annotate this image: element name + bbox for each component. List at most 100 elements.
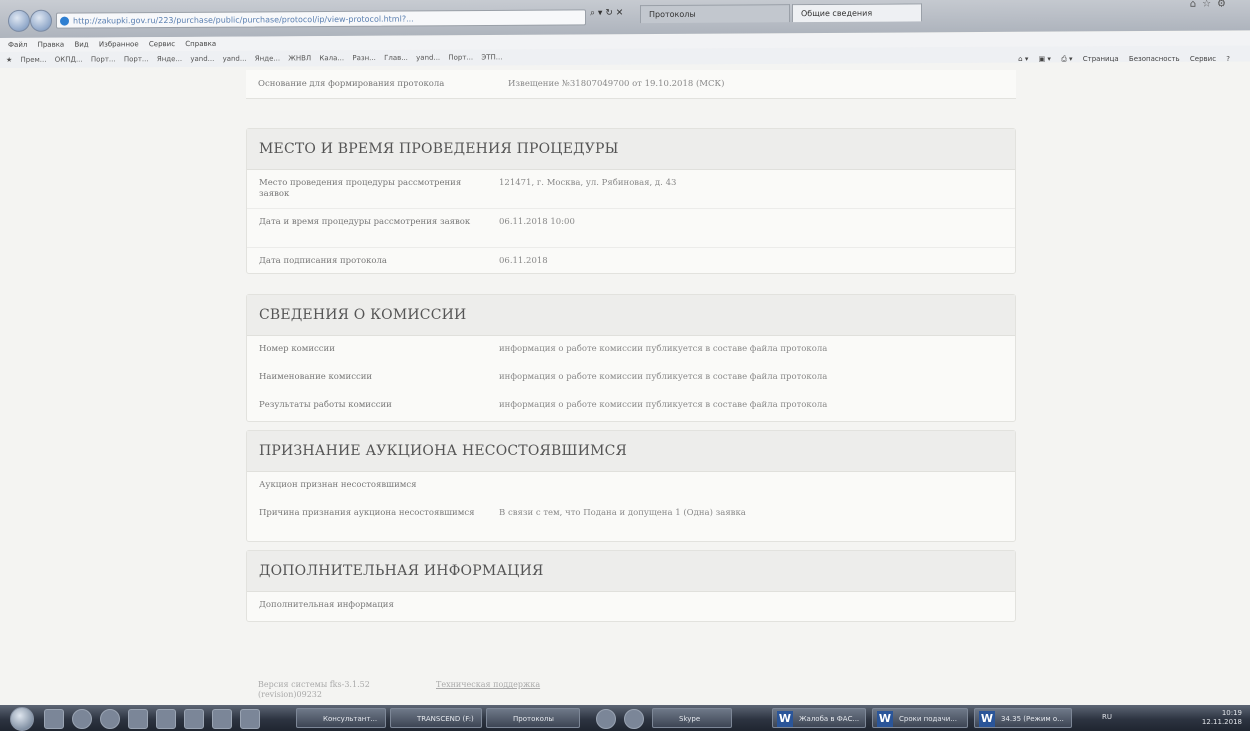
fav-item[interactable]: Прем... <box>21 56 47 64</box>
ie-icon[interactable] <box>100 709 120 729</box>
table-row: Аукцион признан несостоявшимся <box>247 472 1015 500</box>
menu-file[interactable]: Файл <box>8 41 27 49</box>
taskbar-item-transcend[interactable]: TRANSCEND (F:) <box>390 708 482 728</box>
section-auction-failed: ПРИЗНАНИЕ АУКЦИОНА НЕСОСТОЯВШИМСЯ Аукцио… <box>246 430 1016 542</box>
fav-item[interactable]: Порт... <box>91 55 116 63</box>
tab-protocols[interactable]: Протоколы <box>640 4 790 24</box>
refresh-icon[interactable]: ↻ <box>605 8 613 18</box>
search-icon[interactable]: ⌕ <box>590 8 595 18</box>
section-additional-info: ДОПОЛНИТЕЛЬНАЯ ИНФОРМАЦИЯ Дополнительная… <box>246 550 1016 622</box>
basis-label: Основание для формирования протокола <box>258 79 445 89</box>
row-value: 121471, г. Москва, ул. Рябиновая, д. 43 <box>499 178 677 188</box>
basis-value: Извещение №31807049700 от 19.10.2018 (МС… <box>508 79 725 89</box>
fav-item[interactable]: Порт... <box>124 55 149 63</box>
row-label: Дата и время процедуры рассмотрения заяв… <box>259 217 471 227</box>
gear-icon[interactable]: ⚙ <box>1217 0 1232 10</box>
row-label: Место проведения процедуры рассмотрения … <box>259 178 462 199</box>
chrome-icon[interactable] <box>596 709 616 729</box>
help-icon[interactable]: ? <box>1226 55 1230 63</box>
row-value: В связи с тем, что Подана и допущена 1 (… <box>499 508 746 518</box>
table-row: Наименование комиссии информация о работ… <box>247 364 1015 392</box>
folder-icon[interactable] <box>128 709 148 729</box>
fav-item[interactable]: ЭТП... <box>481 53 502 61</box>
fav-item[interactable]: yand... <box>190 55 214 63</box>
fav-item[interactable]: ЖНВЛ <box>288 54 311 62</box>
star-icon[interactable]: ☆ <box>1202 0 1217 10</box>
tech-support-link[interactable]: Техническая поддержка <box>436 680 540 690</box>
row-value: информация о работе комиссии публикуется… <box>499 372 828 382</box>
taskbar-item-word-3435[interactable]: 34.35 (Режим о... <box>974 708 1072 728</box>
calc-icon[interactable] <box>212 709 232 729</box>
row-value: 06.11.2018 <box>499 256 548 266</box>
image-icon[interactable] <box>240 709 260 729</box>
language-indicator[interactable]: RU <box>1102 713 1112 722</box>
menu-favorites[interactable]: Избранное <box>99 40 139 48</box>
fav-item[interactable]: ОКПД... <box>55 56 83 64</box>
row-label: Номер комиссии <box>259 344 335 354</box>
menu-help[interactable]: Справка <box>185 40 216 48</box>
row-value: 06.11.2018 10:00 <box>499 217 575 227</box>
lock-icon: ▾ <box>597 8 603 19</box>
address-tools[interactable]: ⌕ ▾ ↻ ✕ <box>590 8 623 18</box>
taskbar-item-consultant[interactable]: Консультант... <box>296 708 386 728</box>
table-row: Дата и время процедуры рассмотрения заяв… <box>247 209 1015 248</box>
row-label: Аукцион признан несостоявшимся <box>259 480 417 490</box>
forward-button[interactable] <box>30 9 52 32</box>
cmd-tools[interactable]: Сервис <box>1190 55 1216 63</box>
fav-item[interactable]: Глав... <box>384 54 408 62</box>
row-value: информация о работе комиссии публикуется… <box>499 400 828 410</box>
chrome-icon[interactable] <box>72 709 92 729</box>
address-text: http://zakupki.gov.ru/223/purchase/publi… <box>73 14 414 26</box>
start-button[interactable] <box>10 707 34 731</box>
taskbar-item-skype[interactable]: Skype <box>652 708 732 728</box>
taskbar-item-word-deadlines[interactable]: Сроки подачи... <box>872 708 968 728</box>
print-icon[interactable]: ⎙ ▾ <box>1061 55 1072 63</box>
ie-icon <box>60 16 69 26</box>
cmd-security[interactable]: Безопасность <box>1129 55 1180 63</box>
rss-icon[interactable]: ▣ ▾ <box>1039 55 1051 63</box>
section-commission: СВЕДЕНИЯ О КОМИССИИ Номер комиссии инфор… <box>246 294 1016 422</box>
taskbar-item-word-complaint[interactable]: Жалоба в ФАС... <box>772 708 866 728</box>
fav-item[interactable]: yand... <box>416 54 440 62</box>
menu-tools[interactable]: Сервис <box>149 40 175 48</box>
fav-item[interactable]: yand... <box>223 55 247 63</box>
fav-item[interactable]: Кала... <box>319 54 344 62</box>
basis-row: Основание для формирования протокола Изв… <box>246 70 1016 99</box>
section-title: ДОПОЛНИТЕЛЬНАЯ ИНФОРМАЦИЯ <box>247 551 1015 592</box>
tab-general-info[interactable]: Общие сведения <box>792 3 922 23</box>
table-row: Дата подписания протокола 06.11.2018 <box>247 248 1015 276</box>
row-label: Наименование комиссии <box>259 372 373 382</box>
cmd-page[interactable]: Страница <box>1083 55 1119 63</box>
stop-icon[interactable]: ✕ <box>616 8 624 18</box>
row-label: Дополнительная информация <box>259 600 394 610</box>
fav-item[interactable]: Разн... <box>352 54 376 62</box>
fav-item[interactable]: Порт... <box>448 54 473 62</box>
row-label: Причина признания аукциона несостоявшимс… <box>259 508 475 518</box>
command-bar: ⌂ ▾ ▣ ▾ ⎙ ▾ Страница Безопасность Сервис… <box>1010 55 1230 64</box>
system-version: Версия системы fks-3.1.52 <box>258 680 370 689</box>
fav-item[interactable]: Янде... <box>255 55 280 63</box>
row-label: Результаты работы комиссии <box>259 400 392 410</box>
row-label: Дата подписания протокола <box>259 256 387 266</box>
back-button[interactable] <box>8 9 30 32</box>
fav-item[interactable]: Янде... <box>157 55 182 63</box>
clock-date[interactable]: 12.11.2018 <box>1202 718 1242 727</box>
section-title: СВЕДЕНИЯ О КОМИССИИ <box>247 295 1015 336</box>
address-bar[interactable]: http://zakupki.gov.ru/223/purchase/publi… <box>56 9 586 29</box>
explorer-icon[interactable] <box>44 709 64 729</box>
menu-edit[interactable]: Правка <box>38 41 65 49</box>
favorites-star-icon[interactable]: ★ <box>6 56 12 64</box>
menu-view[interactable]: Вид <box>74 41 88 49</box>
app-icon[interactable] <box>184 709 204 729</box>
system-revision: (revision)09232 <box>258 690 322 699</box>
window-controls[interactable]: ⌂☆⚙ <box>1190 0 1232 10</box>
table-row: Дополнительная информация <box>247 592 1015 620</box>
home-icon[interactable]: ⌂ ▾ <box>1018 55 1028 63</box>
page-footer: Версия системы fks-3.1.52 (revision)0923… <box>258 680 540 700</box>
opera-icon[interactable] <box>624 709 644 729</box>
document-icon[interactable] <box>156 709 176 729</box>
home-icon[interactable]: ⌂ <box>1190 0 1202 10</box>
clock-time[interactable]: 10:19 <box>1202 709 1242 718</box>
taskbar-item-protocols[interactable]: Протоколы <box>486 708 580 728</box>
table-row: Место проведения процедуры рассмотрения … <box>247 170 1015 209</box>
